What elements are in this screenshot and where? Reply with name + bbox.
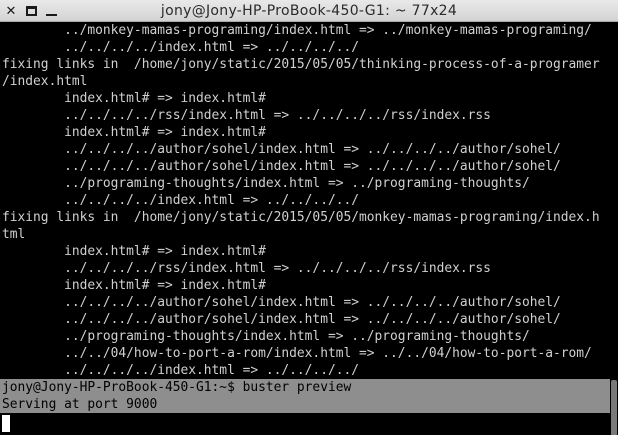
empty-prompt-line: [0, 413, 610, 430]
scrollbar[interactable]: [610, 22, 618, 435]
terminal-line: ../../../../author/sohel/index.html => .…: [2, 312, 561, 327]
terminal-line: ../../04/how-to-port-a-rom/index.html =>…: [2, 346, 592, 361]
text-cursor: [2, 415, 10, 432]
terminal-line: index.html# => index.html#: [2, 91, 266, 106]
terminal-line: /index.html: [2, 74, 88, 89]
terminal-line: index.html# => index.html#: [2, 244, 266, 259]
terminal-line: ../monkey-mamas-programing/index.html =>…: [2, 23, 592, 38]
terminal-line: index.html# => index.html#: [2, 125, 266, 140]
terminal-line: ../../../../author/sohel/index.html => .…: [2, 159, 561, 174]
terminal-line: index.html# => index.html#: [2, 278, 266, 293]
terminal-line: ../../../../rss/index.html => ../../../.…: [2, 261, 491, 276]
terminal-line: fixing links in /home/jony/static/2015/0…: [2, 210, 600, 225]
terminal-line: ../../../../rss/index.html => ../../../.…: [2, 108, 491, 123]
terminal-window: ✕ jony@Jony-HP-ProBook-450-G1: ~ 77x24 .…: [0, 0, 618, 435]
scrollbar-thumb[interactable]: [611, 380, 617, 435]
terminal-line: ../programing-thoughts/index.html => ../…: [2, 176, 530, 191]
output-line: Serving at port 9000: [0, 396, 610, 413]
terminal-line: tml: [2, 227, 26, 242]
prompt-line: jony@Jony-HP-ProBook-450-G1:~$ buster pr…: [0, 379, 610, 396]
terminal-output[interactable]: ../monkey-mamas-programing/index.html =>…: [0, 22, 610, 435]
window-title: jony@Jony-HP-ProBook-450-G1: ~ 77x24: [160, 3, 458, 19]
terminal-line: ../programing-thoughts/index.html => ../…: [2, 329, 530, 344]
terminal-line: ../../../../index.html => ../../../../: [2, 363, 359, 378]
terminal-line: ../../../../author/sohel/index.html => .…: [2, 142, 561, 157]
title-bar[interactable]: ✕ jony@Jony-HP-ProBook-450-G1: ~ 77x24: [0, 0, 618, 22]
terminal-line: ../../../../author/sohel/index.html => .…: [2, 295, 561, 310]
terminal-line: ../../../../index.html => ../../../../: [2, 193, 359, 208]
terminal-line: fixing links in /home/jony/static/2015/0…: [2, 57, 600, 72]
terminal-line: ../../../../index.html => ../../../../: [2, 40, 359, 55]
